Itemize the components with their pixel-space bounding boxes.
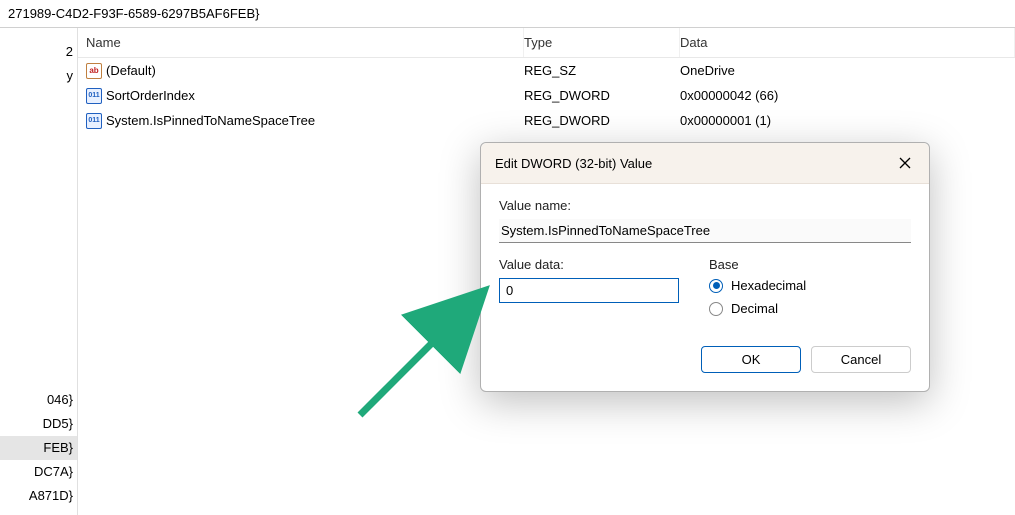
value-data: OneDrive [680,63,1015,78]
list-header[interactable]: Name Type Data [78,28,1015,58]
value-data-input[interactable] [499,278,679,303]
value-name-field[interactable] [499,219,911,243]
dialog-header[interactable]: Edit DWORD (32-bit) Value [481,143,929,184]
close-icon [899,157,911,169]
reg-dword-icon: 011 [86,113,102,129]
sidebar-item[interactable]: 2 [0,40,77,64]
sidebar-item[interactable]: A871D} [0,484,77,508]
value-data: 0x00000001 (1) [680,113,1015,128]
radio-decimal[interactable]: Decimal [709,301,911,316]
value-type: REG_SZ [524,63,680,78]
table-row[interactable]: 011 SortOrderIndex REG_DWORD 0x00000042 … [78,83,1015,108]
dialog-footer: OK Cancel [481,332,929,391]
value-type: REG_DWORD [524,88,680,103]
value-name-label: Value name: [499,198,911,213]
tree-sidebar[interactable]: 2 y 046} DD5} FEB} DC7A} A871D} 8C9-F3C … [0,28,78,515]
value-data: 0x00000042 (66) [680,88,1015,103]
address-bar[interactable]: 271989-C4D2-F93F-6589-6297B5AF6FEB} [0,0,1015,28]
radio-icon-unchecked [709,302,723,316]
value-name: System.IsPinnedToNameSpaceTree [106,113,315,128]
dialog-body: Value name: Value data: Base Hexadecimal… [481,184,929,332]
value-data-label: Value data: [499,257,679,272]
sidebar-item[interactable]: DC7A} [0,460,77,484]
sidebar-item[interactable]: y [0,64,77,88]
edit-dword-dialog: Edit DWORD (32-bit) Value Value name: Va… [480,142,930,392]
table-row[interactable]: 011 System.IsPinnedToNameSpaceTree REG_D… [78,108,1015,133]
value-type: REG_DWORD [524,113,680,128]
base-label: Base [709,257,911,272]
close-button[interactable] [895,153,915,173]
header-name[interactable]: Name [78,28,524,57]
sidebar-item[interactable]: DD5} [0,412,77,436]
radio-label: Decimal [731,301,778,316]
radio-label: Hexadecimal [731,278,806,293]
sidebar-item[interactable]: 8C9-F3C [0,508,77,515]
cancel-button[interactable]: Cancel [811,346,911,373]
header-type[interactable]: Type [524,28,680,57]
header-data[interactable]: Data [680,28,1015,57]
reg-dword-icon: 011 [86,88,102,104]
address-text: 271989-C4D2-F93F-6589-6297B5AF6FEB} [8,6,259,21]
sidebar-spacer [0,88,77,388]
value-name: (Default) [106,63,156,78]
value-name: SortOrderIndex [106,88,195,103]
sidebar-item[interactable]: 046} [0,388,77,412]
dialog-title: Edit DWORD (32-bit) Value [495,156,652,171]
table-row[interactable]: ab (Default) REG_SZ OneDrive [78,58,1015,83]
radio-hexadecimal[interactable]: Hexadecimal [709,278,911,293]
radio-icon-checked [709,279,723,293]
reg-sz-icon: ab [86,63,102,79]
ok-button[interactable]: OK [701,346,801,373]
sidebar-item-selected[interactable]: FEB} [0,436,77,460]
